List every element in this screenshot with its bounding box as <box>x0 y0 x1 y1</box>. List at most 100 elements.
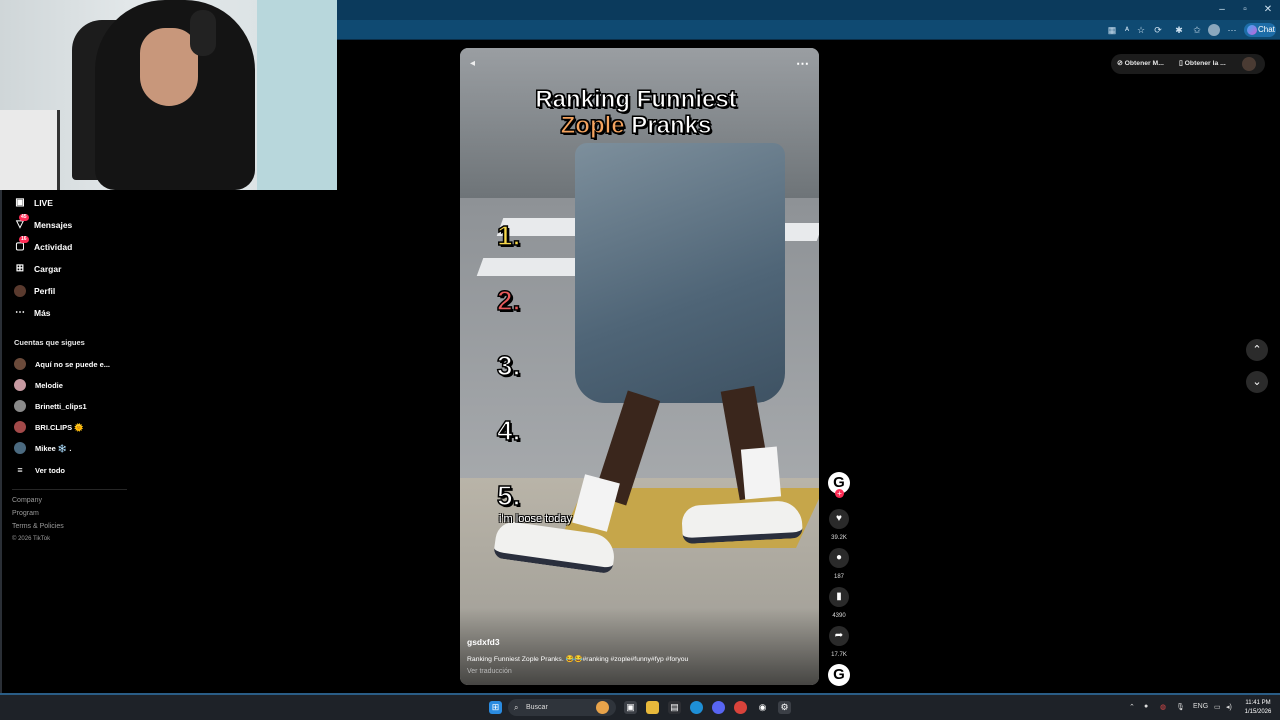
following-account[interactable]: Brinetti_clips1 <box>14 399 87 413</box>
webcam-overlay <box>0 0 337 190</box>
following-account[interactable]: Mikee ❄️ . <box>14 441 71 455</box>
steam-icon[interactable]: ● <box>1144 703 1148 710</box>
comment-icon: ● <box>835 552 843 563</box>
webcam-headset <box>190 10 216 56</box>
discord-icon[interactable] <box>712 701 725 714</box>
sidebar-item-label: Más <box>34 308 51 318</box>
language-indicator[interactable]: ENG <box>1193 703 1208 710</box>
live-icon: ▣ <box>15 197 25 208</box>
profile-avatar <box>14 285 26 297</box>
follow-plus-icon[interactable]: + <box>835 489 844 498</box>
refresh-icon[interactable]: ⟳ <box>1152 24 1164 36</box>
sidebar-item-profile[interactable]: Perfil <box>14 282 55 300</box>
activity-icon: ▢ 16 <box>15 236 29 252</box>
list-icon: ≡ <box>17 465 23 475</box>
chevron-down-icon: ⌄ <box>1252 376 1262 388</box>
rank-5: 5. <box>496 479 521 512</box>
task-view-icon[interactable]: ▣ <box>624 701 637 714</box>
search-label: Buscar <box>526 704 548 711</box>
minimize-button[interactable]: – <box>1211 3 1233 17</box>
like-button[interactable]: ♥ <box>829 509 849 529</box>
sidebar-item-live[interactable]: ▣ LIVE <box>14 194 53 212</box>
footer-company-link[interactable]: Company <box>12 497 42 504</box>
sidebar-item-activity[interactable]: ▢ 16 Actividad <box>14 236 72 256</box>
see-all-link[interactable]: ≡ Ver todo <box>14 463 65 477</box>
video-author[interactable]: gsdxfd3 <box>467 637 500 647</box>
account-name: Melodie <box>35 380 63 390</box>
file-explorer-icon[interactable] <box>646 701 659 714</box>
apps-icon[interactable]: ▦ <box>1106 24 1118 36</box>
chevron-up-icon: ⌃ <box>1252 344 1262 356</box>
avatar <box>14 400 26 412</box>
like-count: 39.2K <box>831 535 847 541</box>
footer-program-link[interactable]: Program <box>12 510 39 517</box>
search-icon: ⌕ <box>514 703 519 712</box>
copilot-chat-button[interactable]: Chat <box>1244 23 1276 37</box>
video-title-line-2: Zople Pranks <box>460 112 812 140</box>
next-video-button[interactable]: ⌄ <box>1246 371 1268 393</box>
tray-chevron-icon[interactable]: ⌃ <box>1129 703 1135 711</box>
previous-video-button[interactable]: ⌃ <box>1246 339 1268 361</box>
sidebar-item-upload[interactable]: ⊞ Cargar <box>14 260 62 278</box>
following-account[interactable]: BRI.CLIPS 🌞 <box>14 420 84 434</box>
widget-icon[interactable] <box>596 701 609 714</box>
profile-icon[interactable] <box>1208 24 1220 36</box>
sidebar-item-label: Cargar <box>34 264 62 274</box>
sidebar-item-label: Mensajes <box>34 220 73 230</box>
account-name: Aquí no se puede e... <box>35 359 111 369</box>
get-app-label: Obtener M... <box>1124 60 1164 67</box>
rank-4: 4. <box>496 414 521 447</box>
chat-label: Chat <box>1258 25 1275 34</box>
following-account[interactable]: Aquí no se puede e... <box>14 357 110 371</box>
video-title-highlight: Zople <box>560 112 625 140</box>
clock-time[interactable]: 11:41 PM <box>1243 700 1273 706</box>
video-more-icon[interactable]: ⋯ <box>796 56 810 72</box>
mic-icon[interactable]: 🎙 <box>1176 703 1185 711</box>
get-desktop-button[interactable]: ▯ Obtener la ... <box>1179 57 1226 71</box>
avatar <box>14 442 26 454</box>
sidebar-item-messages[interactable]: ▽ 45 Mensajes <box>14 214 73 234</box>
sidebar-item-label: LIVE <box>34 198 53 208</box>
volume-tray-icon[interactable]: ◂) <box>1226 703 1232 711</box>
settings-icon[interactable]: ⚙ <box>778 701 791 714</box>
see-all-label: Ver todo <box>35 465 66 475</box>
maximize-button[interactable]: ▫ <box>1234 3 1256 17</box>
app-icon[interactable] <box>734 701 747 714</box>
tray-app-icon[interactable]: ◍ <box>1160 703 1166 711</box>
sock <box>740 446 782 500</box>
user-avatar[interactable] <box>1242 57 1256 71</box>
comment-button[interactable]: ● <box>829 548 849 568</box>
more-icon: ⋯ <box>15 307 25 318</box>
following-account[interactable]: Melodie <box>14 378 63 392</box>
avatar <box>14 379 26 391</box>
get-app-button[interactable]: ⊘ Obtener M... <box>1117 57 1164 71</box>
store-icon[interactable]: ▤ <box>668 701 681 714</box>
translate-icon[interactable]: ᴬ <box>1121 24 1133 36</box>
video-title-rest: Pranks <box>624 112 712 140</box>
save-button[interactable]: ▮ <box>829 587 849 607</box>
windows-start-icon[interactable]: ⊞ <box>489 701 502 714</box>
get-desktop-label: Obtener la ... <box>1184 60 1226 67</box>
footer-terms-link[interactable]: Terms & Policies <box>12 523 64 530</box>
copilot-icon <box>1247 25 1257 35</box>
sidebar-item-more[interactable]: ⋯ Más <box>14 304 51 322</box>
network-icon[interactable]: ▭ <box>1214 703 1221 711</box>
obs-icon[interactable]: ◉ <box>756 701 769 714</box>
share-icon: ➦ <box>834 630 844 641</box>
see-translation-link[interactable]: Ver traducción <box>467 668 512 675</box>
webcam-bed <box>0 110 60 190</box>
volume-icon[interactable]: ◂ <box>470 58 475 69</box>
extensions-icon[interactable]: ✱ <box>1173 24 1185 36</box>
video-bottom-fade <box>460 608 819 685</box>
upload-icon: ⊞ <box>15 263 25 274</box>
edge-icon[interactable] <box>690 701 703 714</box>
clock-date[interactable]: 1/15/2026 <box>1243 709 1273 715</box>
close-button[interactable]: ✕ <box>1257 3 1279 17</box>
inbox-icon: ▽ 45 <box>16 214 29 230</box>
share-button[interactable]: ➦ <box>829 626 849 646</box>
favorites-icon[interactable]: ✩ <box>1191 24 1203 36</box>
favorite-star-icon[interactable]: ☆ <box>1135 24 1147 36</box>
menu-dots-icon[interactable]: ⋯ <box>1226 24 1238 36</box>
sound-disc[interactable]: G <box>828 664 850 686</box>
video-description: Ranking Funniest Zople Pranks. 😂😂#rankin… <box>467 656 689 663</box>
